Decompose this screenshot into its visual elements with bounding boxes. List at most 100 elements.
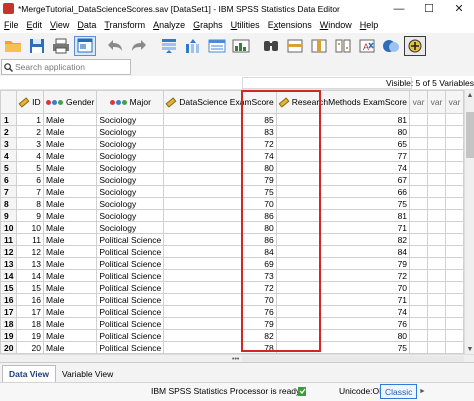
row-number[interactable]: 8 — [0, 197, 17, 210]
cell-datascience-examscore[interactable]: 72 — [163, 137, 277, 150]
column-header-var-6[interactable]: var — [427, 90, 446, 114]
search-input[interactable] — [15, 62, 125, 72]
cell-empty-var[interactable] — [427, 221, 446, 234]
cell-empty-var[interactable] — [409, 197, 429, 210]
cell-datascience-examscore[interactable]: 86 — [163, 209, 277, 222]
cell-major[interactable]: Political Science — [96, 269, 165, 282]
go-to-case-button[interactable] — [158, 36, 180, 56]
undo-button[interactable] — [104, 36, 126, 56]
cell-empty-var[interactable] — [409, 125, 429, 138]
cell-empty-var[interactable] — [409, 293, 429, 306]
cell-researchmethods-examscore[interactable]: 77 — [275, 149, 411, 162]
cell-empty-var[interactable] — [445, 221, 464, 234]
cell-empty-var[interactable] — [445, 209, 464, 222]
cell-reference-box[interactable] — [0, 76, 1, 90]
tab-data-view[interactable]: Data View — [2, 365, 57, 382]
cell-empty-var[interactable] — [427, 341, 446, 354]
row-number[interactable]: 11 — [0, 233, 17, 246]
cell-gender[interactable]: Male — [42, 173, 98, 186]
menu-file[interactable]: File — [0, 20, 23, 30]
cell-empty-var[interactable] — [427, 149, 446, 162]
row-number[interactable]: 1 — [0, 113, 17, 126]
menu-transform[interactable]: Transform — [100, 20, 149, 30]
cell-researchmethods-examscore[interactable]: 70 — [275, 281, 411, 294]
cell-datascience-examscore[interactable]: 80 — [163, 161, 277, 174]
cell-major[interactable]: Sociology — [96, 161, 165, 174]
cell-researchmethods-examscore[interactable]: 74 — [275, 161, 411, 174]
cell-empty-var[interactable] — [427, 245, 446, 258]
cell-major[interactable]: Sociology — [96, 209, 165, 222]
cell-researchmethods-examscore[interactable]: 79 — [275, 257, 411, 270]
menu-view[interactable]: View — [46, 20, 73, 30]
row-number[interactable]: 3 — [0, 137, 17, 150]
cell-major[interactable]: Political Science — [96, 341, 165, 354]
cell-empty-var[interactable] — [445, 125, 464, 138]
cell-datascience-examscore[interactable]: 86 — [163, 233, 277, 246]
cell-major[interactable]: Sociology — [96, 125, 165, 138]
cell-id[interactable]: 5 — [15, 161, 45, 174]
cell-empty-var[interactable] — [445, 149, 464, 162]
cell-id[interactable]: 9 — [15, 209, 45, 222]
cell-gender[interactable]: Male — [42, 161, 98, 174]
cell-empty-var[interactable] — [427, 329, 446, 342]
tab-variable-view[interactable]: Variable View — [56, 365, 119, 382]
cell-empty-var[interactable] — [409, 233, 429, 246]
scroll-down-arrow-icon[interactable]: ▼ — [465, 344, 474, 354]
cell-empty-var[interactable] — [427, 233, 446, 246]
classic-mode-button[interactable]: Classic — [380, 384, 418, 399]
cell-empty-var[interactable] — [427, 305, 446, 318]
cell-empty-var[interactable] — [409, 317, 429, 330]
cell-empty-var[interactable] — [445, 257, 464, 270]
close-button[interactable]: ✕ — [444, 0, 474, 17]
cell-major[interactable]: Sociology — [96, 113, 165, 126]
cell-empty-var[interactable] — [409, 245, 429, 258]
column-header-gender[interactable]: Gender — [42, 90, 98, 114]
cell-datascience-examscore[interactable]: 85 — [163, 113, 277, 126]
column-header-researchmethods-examscore[interactable]: ResearchMethods ExamScore — [275, 90, 411, 114]
column-header-datascience-examscore[interactable]: DataScience ExamScore — [163, 90, 277, 114]
cell-researchmethods-examscore[interactable]: 74 — [275, 305, 411, 318]
cell-empty-var[interactable] — [427, 209, 446, 222]
cell-empty-var[interactable] — [445, 281, 464, 294]
cell-empty-var[interactable] — [445, 317, 464, 330]
insert-cases-button[interactable] — [284, 36, 306, 56]
open-data-document-button[interactable] — [2, 36, 24, 56]
recall-dialog-button[interactable] — [74, 35, 96, 56]
cell-datascience-examscore[interactable]: 70 — [163, 197, 277, 210]
cell-empty-var[interactable] — [445, 185, 464, 198]
cell-gender[interactable]: Male — [42, 293, 98, 306]
cell-empty-var[interactable] — [427, 185, 446, 198]
cell-empty-var[interactable] — [445, 341, 464, 354]
cell-id[interactable]: 10 — [15, 221, 45, 234]
cell-researchmethods-examscore[interactable]: 80 — [275, 125, 411, 138]
cell-gender[interactable]: Male — [42, 233, 98, 246]
cell-researchmethods-examscore[interactable]: 66 — [275, 185, 411, 198]
row-number[interactable]: 4 — [0, 149, 17, 162]
cell-major[interactable]: Sociology — [96, 149, 165, 162]
menu-extensions[interactable]: Extensions — [264, 20, 316, 30]
cell-empty-var[interactable] — [445, 113, 464, 126]
cell-id[interactable]: 11 — [15, 233, 45, 246]
cell-empty-var[interactable] — [427, 161, 446, 174]
cell-gender[interactable]: Male — [42, 149, 98, 162]
cell-major[interactable]: Political Science — [96, 293, 165, 306]
cell-researchmethods-examscore[interactable]: 72 — [275, 269, 411, 282]
cell-empty-var[interactable] — [427, 257, 446, 270]
cell-id[interactable]: 12 — [15, 245, 45, 258]
cell-empty-var[interactable] — [409, 185, 429, 198]
weight-cases-button[interactable]: A — [356, 36, 378, 56]
cell-datascience-examscore[interactable]: 75 — [163, 185, 277, 198]
cell-gender[interactable]: Male — [42, 185, 98, 198]
cell-researchmethods-examscore[interactable]: 71 — [275, 221, 411, 234]
cell-researchmethods-examscore[interactable]: 84 — [275, 245, 411, 258]
cell-empty-var[interactable] — [445, 269, 464, 282]
cell-empty-var[interactable] — [409, 341, 429, 354]
cell-researchmethods-examscore[interactable]: 65 — [275, 137, 411, 150]
cell-major[interactable]: Political Science — [96, 281, 165, 294]
cell-empty-var[interactable] — [445, 161, 464, 174]
cell-major[interactable]: Political Science — [96, 329, 165, 342]
cell-datascience-examscore[interactable]: 76 — [163, 305, 277, 318]
cell-empty-var[interactable] — [427, 125, 446, 138]
minimize-button[interactable]: — — [384, 0, 414, 17]
menu-utilities[interactable]: Utilities — [227, 20, 264, 30]
